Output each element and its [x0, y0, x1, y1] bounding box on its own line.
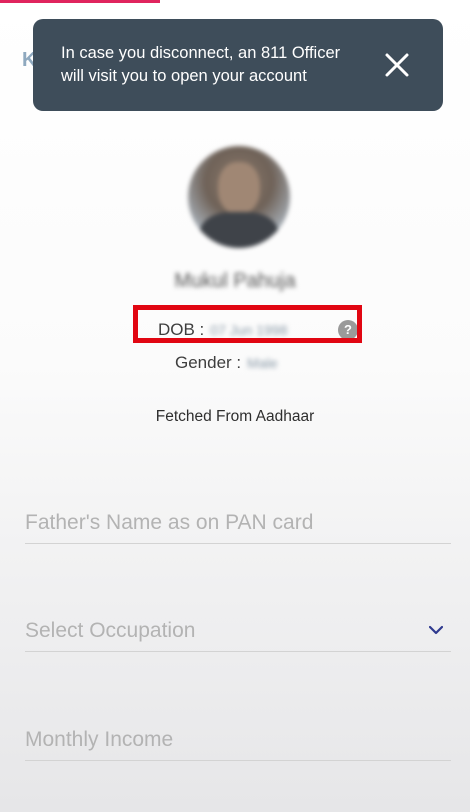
- avatar: [188, 146, 290, 248]
- user-name: Mukul Pahuja: [174, 270, 296, 292]
- close-icon[interactable]: [384, 52, 410, 78]
- aadhaar-source-note: Fetched From Aadhaar: [155, 408, 315, 425]
- gender-label: Gender :: [175, 353, 242, 372]
- disconnect-toast: In case you disconnect, an 811 Officer w…: [33, 19, 443, 111]
- father-name-placeholder: Father's Name as on PAN card: [25, 511, 314, 534]
- dob-highlight-box: [133, 305, 362, 343]
- gender-value: Male: [247, 355, 278, 371]
- father-name-field[interactable]: Father's Name as on PAN card: [25, 511, 451, 544]
- avatar-face: [218, 162, 260, 214]
- monthly-income-field[interactable]: Monthly Income: [25, 728, 451, 761]
- income-placeholder: Monthly Income: [25, 728, 174, 751]
- gender-row: Gender : Male: [175, 353, 278, 373]
- occupation-select[interactable]: Select Occupation: [25, 619, 451, 652]
- avatar-shirt: [200, 212, 278, 248]
- chevron-down-icon[interactable]: [429, 625, 443, 635]
- occupation-placeholder: Select Occupation: [25, 619, 196, 642]
- progress-bar: [0, 0, 160, 3]
- toast-message: In case you disconnect, an 811 Officer w…: [61, 44, 341, 85]
